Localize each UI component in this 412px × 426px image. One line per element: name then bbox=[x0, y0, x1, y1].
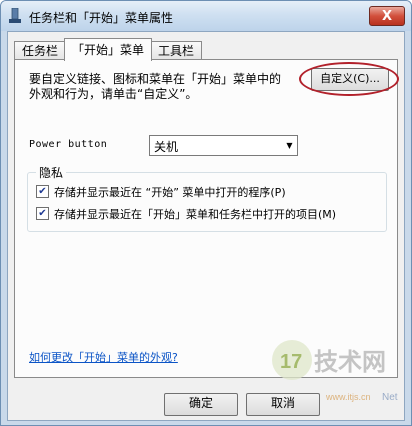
store-items-checkbox[interactable]: ✔ 存储并显示最近在「开始」菜单和任务栏中打开的项目(M) bbox=[36, 206, 336, 221]
power-button-label: Power button bbox=[29, 139, 108, 150]
start-menu-help-link[interactable]: 如何更改「开始」菜单的外观? bbox=[29, 349, 178, 365]
dialog-window: 任务栏和「开始」菜单属性 X 任务栏 「开始」菜单 工具栏 要自定义链接、图标和… bbox=[0, 0, 412, 426]
chevron-down-icon: ▼ bbox=[286, 141, 293, 150]
power-button-value: 关机 bbox=[154, 140, 179, 154]
close-icon: X bbox=[381, 8, 393, 24]
cancel-button[interactable]: 取消 bbox=[246, 393, 320, 416]
close-button[interactable]: X bbox=[369, 6, 405, 26]
window-title: 任务栏和「开始」菜单属性 bbox=[29, 11, 174, 25]
ok-button[interactable]: 确定 bbox=[164, 393, 238, 416]
checkbox-label: 存储并显示最近在「开始」菜单和任务栏中打开的项目(M) bbox=[54, 207, 337, 221]
taskbar-properties-icon bbox=[9, 8, 21, 23]
store-programs-checkbox[interactable]: ✔ 存储并显示最近在 “开始” 菜单中打开的程序(P) bbox=[36, 184, 286, 199]
description-line: 外观和行为，请单击“自定义”。 bbox=[29, 87, 198, 101]
tab-start-menu[interactable]: 「开始」菜单 bbox=[64, 38, 152, 61]
customize-button[interactable]: 自定义(C)... bbox=[311, 68, 389, 91]
privacy-group: 隐私 ✔ 存储并显示最近在 “开始” 菜单中打开的程序(P) ✔ 存储并显示最近… bbox=[27, 164, 387, 232]
privacy-group-title: 隐私 bbox=[36, 164, 67, 181]
start-menu-panel: 要自定义链接、图标和菜单在「开始」菜单中的 外观和行为，请单击“自定义”。 自定… bbox=[14, 59, 399, 378]
checkmark-icon: ✔ bbox=[36, 185, 49, 198]
title-bar[interactable]: 任务栏和「开始」菜单属性 X bbox=[1, 1, 411, 31]
dialog-client: 任务栏 「开始」菜单 工具栏 要自定义链接、图标和菜单在「开始」菜单中的 外观和… bbox=[7, 31, 405, 421]
power-button-select[interactable]: 关机 ▼ bbox=[149, 135, 298, 156]
customize-description: 要自定义链接、图标和菜单在「开始」菜单中的 外观和行为，请单击“自定义”。 bbox=[29, 72, 291, 102]
checkbox-label: 存储并显示最近在 “开始” 菜单中打开的程序(P) bbox=[54, 185, 286, 199]
description-line: 要自定义链接、图标和菜单在「开始」菜单中的 bbox=[29, 72, 282, 86]
checkmark-icon: ✔ bbox=[36, 207, 49, 220]
tab-toolbars[interactable]: 工具栏 bbox=[150, 41, 202, 60]
tab-taskbar[interactable]: 任务栏 bbox=[14, 41, 66, 60]
